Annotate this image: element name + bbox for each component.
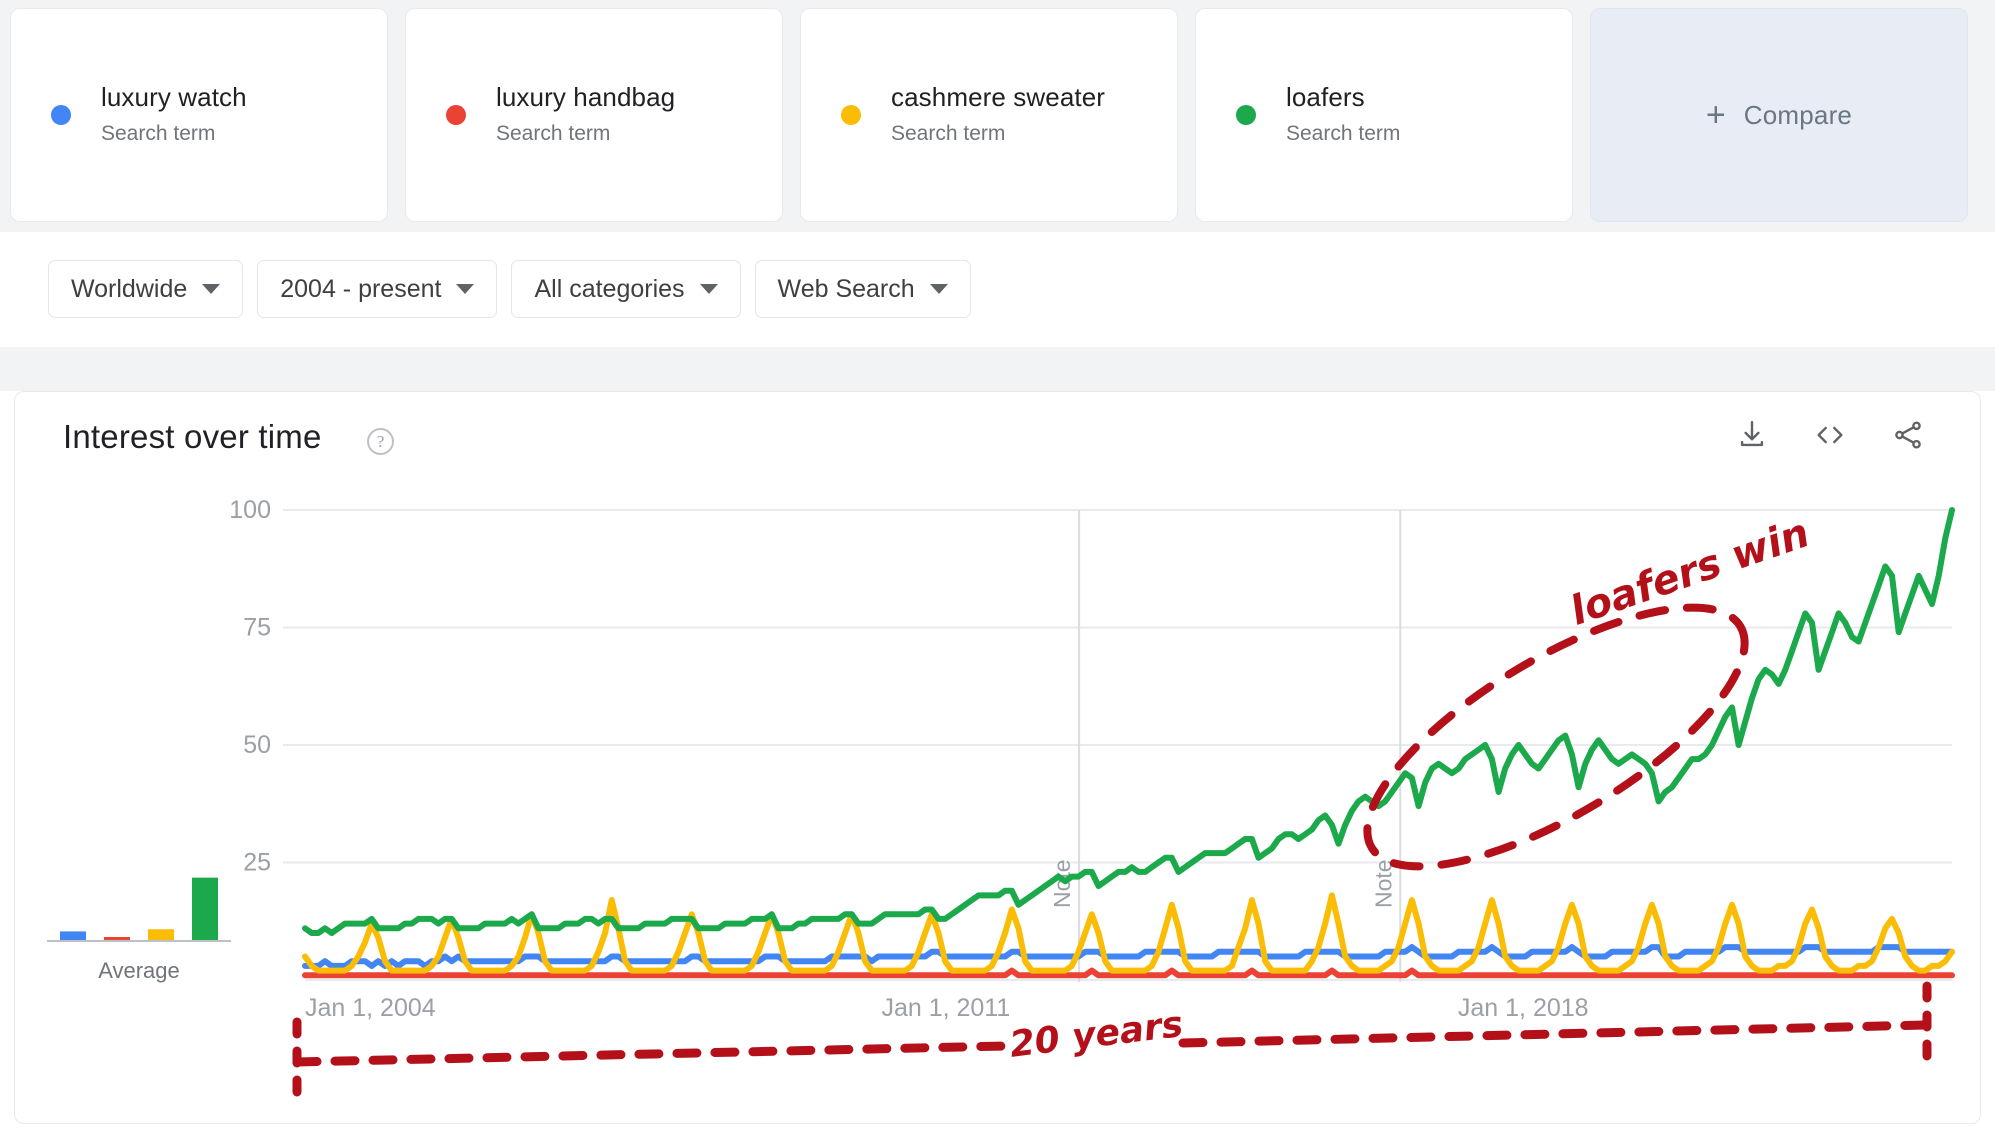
download-icon[interactable] <box>1735 418 1769 457</box>
chevron-down-icon <box>202 284 221 294</box>
x-axis-tick: Jan 1, 2004 <box>305 994 436 1022</box>
filter-region[interactable]: Worldwide <box>48 260 244 318</box>
compare-label: Compare <box>1743 99 1853 130</box>
filter-search-type-value: Web Search <box>777 274 915 303</box>
help-circle-icon[interactable]: ? <box>367 428 394 455</box>
term-name: loafers <box>1286 82 1365 112</box>
filter-category-value: All categories <box>534 274 685 303</box>
google-trends-page: luxury watch Search term luxury handbag … <box>0 0 1995 1138</box>
x-axis-tick: Jan 1, 2018 <box>1458 994 1589 1022</box>
share-icon[interactable] <box>1891 418 1925 457</box>
filter-search-type[interactable]: Web Search <box>754 260 971 318</box>
term-card-0[interactable]: luxury watch Search term <box>10 8 388 222</box>
chevron-down-icon <box>699 284 718 294</box>
note-marker-label: Note <box>1370 859 1396 908</box>
code-embed-icon[interactable] <box>1813 418 1847 457</box>
y-axis-tick: 25 <box>243 849 271 877</box>
term-name: luxury handbag <box>496 82 676 112</box>
series-dot-icon <box>51 105 71 125</box>
interest-over-time-panel: Interest over time ? Average 25 50 75 10… <box>14 391 1981 1124</box>
series-dot-icon <box>1236 105 1256 125</box>
term-type: Search term <box>1286 121 1401 145</box>
y-axis-tick: 50 <box>243 731 271 759</box>
term-name: luxury watch <box>101 82 247 112</box>
average-label: Average <box>98 958 180 983</box>
term-type: Search term <box>891 121 1006 145</box>
term-card-3[interactable]: loafers Search term <box>1195 8 1573 222</box>
series-dot-icon <box>446 105 466 125</box>
panel-header: Interest over time ? <box>15 392 1980 492</box>
x-axis-tick: Jan 1, 2011 <box>881 994 1010 1022</box>
average-bar-chart <box>47 877 231 942</box>
filter-bar: Worldwide 2004 - present All categories … <box>0 232 1995 347</box>
chevron-down-icon <box>929 284 948 294</box>
plus-icon: + <box>1705 96 1726 134</box>
section-divider <box>0 347 1995 391</box>
filter-region-value: Worldwide <box>71 274 188 303</box>
term-type: Search term <box>496 121 611 145</box>
compare-button[interactable]: + Compare <box>1590 8 1968 222</box>
term-card-1[interactable]: luxury handbag Search term <box>405 8 783 222</box>
search-terms-strip: luxury watch Search term luxury handbag … <box>0 0 1995 232</box>
term-name: cashmere sweater <box>891 82 1106 112</box>
series-dot-icon <box>841 105 861 125</box>
chevron-down-icon <box>456 284 475 294</box>
filter-time-value: 2004 - present <box>280 274 442 303</box>
filter-category[interactable]: All categories <box>511 260 741 318</box>
y-axis-tick: 100 <box>229 496 271 524</box>
y-axis-tick: 75 <box>243 614 271 642</box>
filter-time[interactable]: 2004 - present <box>257 260 498 318</box>
page-title: Interest over time <box>63 418 322 455</box>
panel-actions <box>1735 418 1925 457</box>
term-card-2[interactable]: cashmere sweater Search term <box>800 8 1178 222</box>
term-type: Search term <box>101 121 216 145</box>
